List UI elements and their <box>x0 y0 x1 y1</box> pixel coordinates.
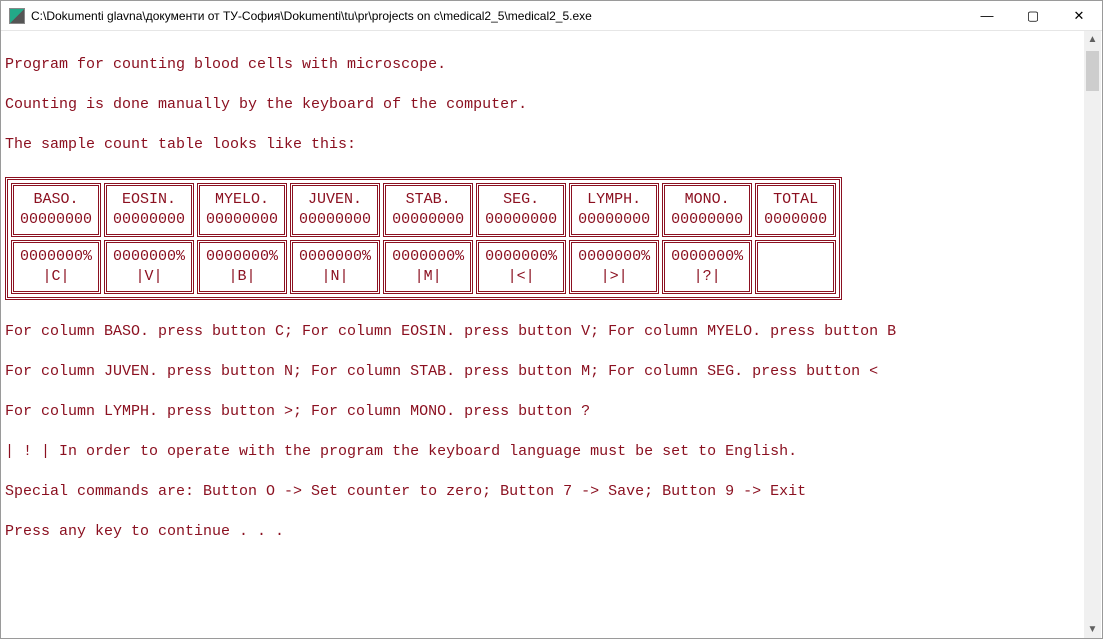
titlebar[interactable]: C:\Dokumenti glavna\документи от ТУ-Софи… <box>1 1 1102 31</box>
instruction-line: Special commands are: Button O -> Set co… <box>5 482 1078 502</box>
header-cell: SEG.00000000 <box>476 183 566 237</box>
percent-cell: 0000000%|N| <box>290 240 380 294</box>
header-cell: JUVEN.00000000 <box>290 183 380 237</box>
header-cell-total: TOTAL0000000 <box>755 183 836 237</box>
intro-line: Program for counting blood cells with mi… <box>5 55 1078 75</box>
percent-cell: 0000000%|<| <box>476 240 566 294</box>
scroll-down-icon[interactable]: ▼ <box>1084 621 1101 638</box>
app-window: C:\Dokumenti glavna\документи от ТУ-Софи… <box>0 0 1103 639</box>
header-cell: STAB.00000000 <box>383 183 473 237</box>
header-cell: EOSIN.00000000 <box>104 183 194 237</box>
minimize-button[interactable]: — <box>964 1 1010 30</box>
header-cell: BASO.00000000 <box>11 183 101 237</box>
client-area: Program for counting blood cells with mi… <box>1 31 1102 638</box>
percent-cell: 0000000%|M| <box>383 240 473 294</box>
percent-cell: 0000000%|C| <box>11 240 101 294</box>
table-row: BASO.00000000 EOSIN.00000000 MYELO.00000… <box>11 183 836 237</box>
percent-cell: 0000000%|B| <box>197 240 287 294</box>
percent-cell: 0000000%|?| <box>662 240 752 294</box>
intro-line: Counting is done manually by the keyboar… <box>5 95 1078 115</box>
maximize-icon: ▢ <box>1027 8 1039 24</box>
table-row: 0000000%|C| 0000000%|V| 0000000%|B| 0000… <box>11 240 836 294</box>
percent-cell: 0000000%|>| <box>569 240 659 294</box>
console-output: Program for counting blood cells with mi… <box>1 31 1084 638</box>
app-icon <box>9 8 25 24</box>
sample-table: BASO.00000000 EOSIN.00000000 MYELO.00000… <box>5 177 842 300</box>
vertical-scrollbar[interactable]: ▲ ▼ <box>1084 31 1101 638</box>
header-cell: LYMPH.00000000 <box>569 183 659 237</box>
prompt-line: Press any key to continue . . . <box>5 522 1078 542</box>
header-cell: MYELO.00000000 <box>197 183 287 237</box>
header-cell: MONO.00000000 <box>662 183 752 237</box>
percent-cell-empty <box>755 240 836 294</box>
intro-line: The sample count table looks like this: <box>5 135 1078 155</box>
maximize-button[interactable]: ▢ <box>1010 1 1056 30</box>
instruction-line: For column JUVEN. press button N; For co… <box>5 362 1078 382</box>
instruction-line: | ! | In order to operate with the progr… <box>5 442 1078 462</box>
close-button[interactable]: ✕ <box>1056 1 1102 30</box>
percent-cell: 0000000%|V| <box>104 240 194 294</box>
scroll-thumb[interactable] <box>1086 51 1099 91</box>
minimize-icon: — <box>981 8 994 23</box>
window-buttons: — ▢ ✕ <box>964 1 1102 30</box>
close-icon: ✕ <box>1074 8 1085 24</box>
scroll-up-icon[interactable]: ▲ <box>1084 31 1101 48</box>
instruction-line: For column LYMPH. press button >; For co… <box>5 402 1078 422</box>
instruction-line: For column BASO. press button C; For col… <box>5 322 1078 342</box>
window-title: C:\Dokumenti glavna\документи от ТУ-Софи… <box>31 9 964 23</box>
